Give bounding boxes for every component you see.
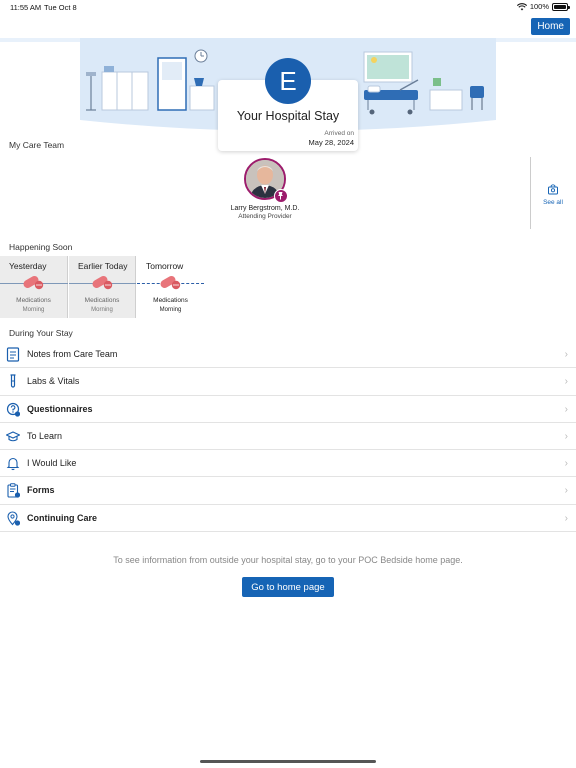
timeline-day-label: Yesterday	[9, 261, 47, 271]
battery-icon	[552, 2, 570, 11]
graduation-cap-icon	[6, 431, 20, 442]
list-item-labs-vitals[interactable]: Labs & Vitals ›	[0, 368, 576, 396]
provider-name: Larry Bergstrom, M.D.	[230, 205, 300, 212]
list-item-label: Continuing Care	[27, 512, 97, 523]
status-time: 11:55 AM	[10, 3, 42, 12]
status-bar: 11:55 AM Tue Oct 8 100%	[0, 0, 576, 16]
timeline-item-label: Medications	[153, 297, 188, 304]
list-item-label: I Would Like	[27, 458, 77, 469]
list-item-i-would-like[interactable]: I Would Like ›	[0, 450, 576, 478]
list-item-label: Forms	[27, 485, 55, 496]
chevron-right-icon: ›	[564, 403, 568, 415]
chevron-right-icon: ›	[564, 512, 568, 524]
happening-soon-heading: Happening Soon	[9, 242, 73, 252]
chevron-right-icon: ›	[564, 458, 568, 470]
list-item-label: Questionnaires	[27, 403, 93, 414]
hospital-banner: Your Hospital Stay Arrived on May 28, 20…	[0, 38, 576, 151]
care-team-icon	[548, 184, 558, 195]
chevron-right-icon: ›	[564, 430, 568, 442]
provider-role: Attending Provider	[238, 213, 292, 220]
battery-percent: 100%	[529, 2, 549, 11]
timeline-day-label: Earlier Today	[78, 261, 128, 271]
chevron-right-icon: ›	[564, 376, 568, 388]
home-indicator[interactable]	[200, 760, 376, 763]
list-item-label: Labs & Vitals	[27, 376, 80, 387]
medication-pill-icon	[160, 276, 181, 290]
during-stay-list: Notes from Care Team › Labs & Vitals › Q…	[0, 341, 576, 533]
list-item-notes[interactable]: Notes from Care Team ›	[0, 341, 576, 369]
timeline-column-yesterday[interactable]: Yesterday Medications Morning	[0, 256, 68, 318]
pushpin-badge-icon	[274, 189, 288, 203]
list-item-label: To Learn	[27, 430, 63, 441]
list-item-questionnaires[interactable]: Questionnaires ›	[0, 396, 576, 423]
list-item-continuing-care[interactable]: Continuing Care ›	[0, 505, 576, 533]
care-team-divider	[530, 157, 531, 229]
medication-pill-icon	[92, 276, 113, 290]
timeline-item-time: Morning	[22, 307, 45, 313]
test-tube-icon	[10, 374, 16, 388]
medication-pill-icon	[23, 276, 44, 290]
list-item-to-learn[interactable]: To Learn ›	[0, 423, 576, 451]
chevron-right-icon: ›	[564, 485, 568, 497]
timeline-item-label: Medications	[84, 297, 120, 304]
see-all-button[interactable]: See all	[536, 183, 570, 206]
list-item-forms[interactable]: Forms ›	[0, 477, 576, 505]
wifi-icon	[516, 2, 527, 10]
question-icon	[6, 402, 20, 417]
timeline-column-earlier-today[interactable]: Earlier Today Medications Morning	[69, 256, 136, 318]
timeline-item-time: Morning	[159, 307, 182, 313]
home-button[interactable]: Home	[531, 18, 570, 35]
arrived-date: May 28, 2024	[308, 138, 354, 147]
chevron-right-icon: ›	[564, 349, 568, 360]
timeline-column-tomorrow[interactable]: Tomorrow Medications Morning	[137, 256, 204, 318]
patient-avatar: E	[265, 58, 311, 104]
timeline-item-label: Medications	[16, 297, 51, 304]
location-pin-icon	[7, 511, 20, 526]
bell-icon	[6, 458, 20, 471]
outside-stay-info: To see information from outside your hos…	[113, 555, 463, 565]
clipboard-icon	[7, 483, 20, 499]
during-stay-heading: During Your Stay	[9, 328, 73, 338]
provider-card[interactable]: Larry Bergstrom, M.D. Attending Provider	[222, 158, 308, 220]
status-date: Tue Oct 8	[44, 3, 77, 12]
stay-title: Your Hospital Stay	[236, 109, 340, 123]
timeline-item-time: Morning	[91, 307, 113, 313]
go-to-home-page-button[interactable]: Go to home page	[242, 577, 334, 597]
see-all-label: See all	[543, 199, 563, 206]
happening-soon-timeline: Yesterday Medications Morning Earlier To…	[0, 256, 204, 320]
timeline-day-label: Tomorrow	[146, 261, 184, 271]
status-indicators: 100%	[516, 2, 570, 11]
list-item-label: Notes from Care Team	[27, 349, 118, 359]
notes-icon	[6, 347, 20, 362]
care-team-heading: My Care Team	[9, 140, 65, 150]
arrived-label: Arrived on	[324, 130, 354, 137]
